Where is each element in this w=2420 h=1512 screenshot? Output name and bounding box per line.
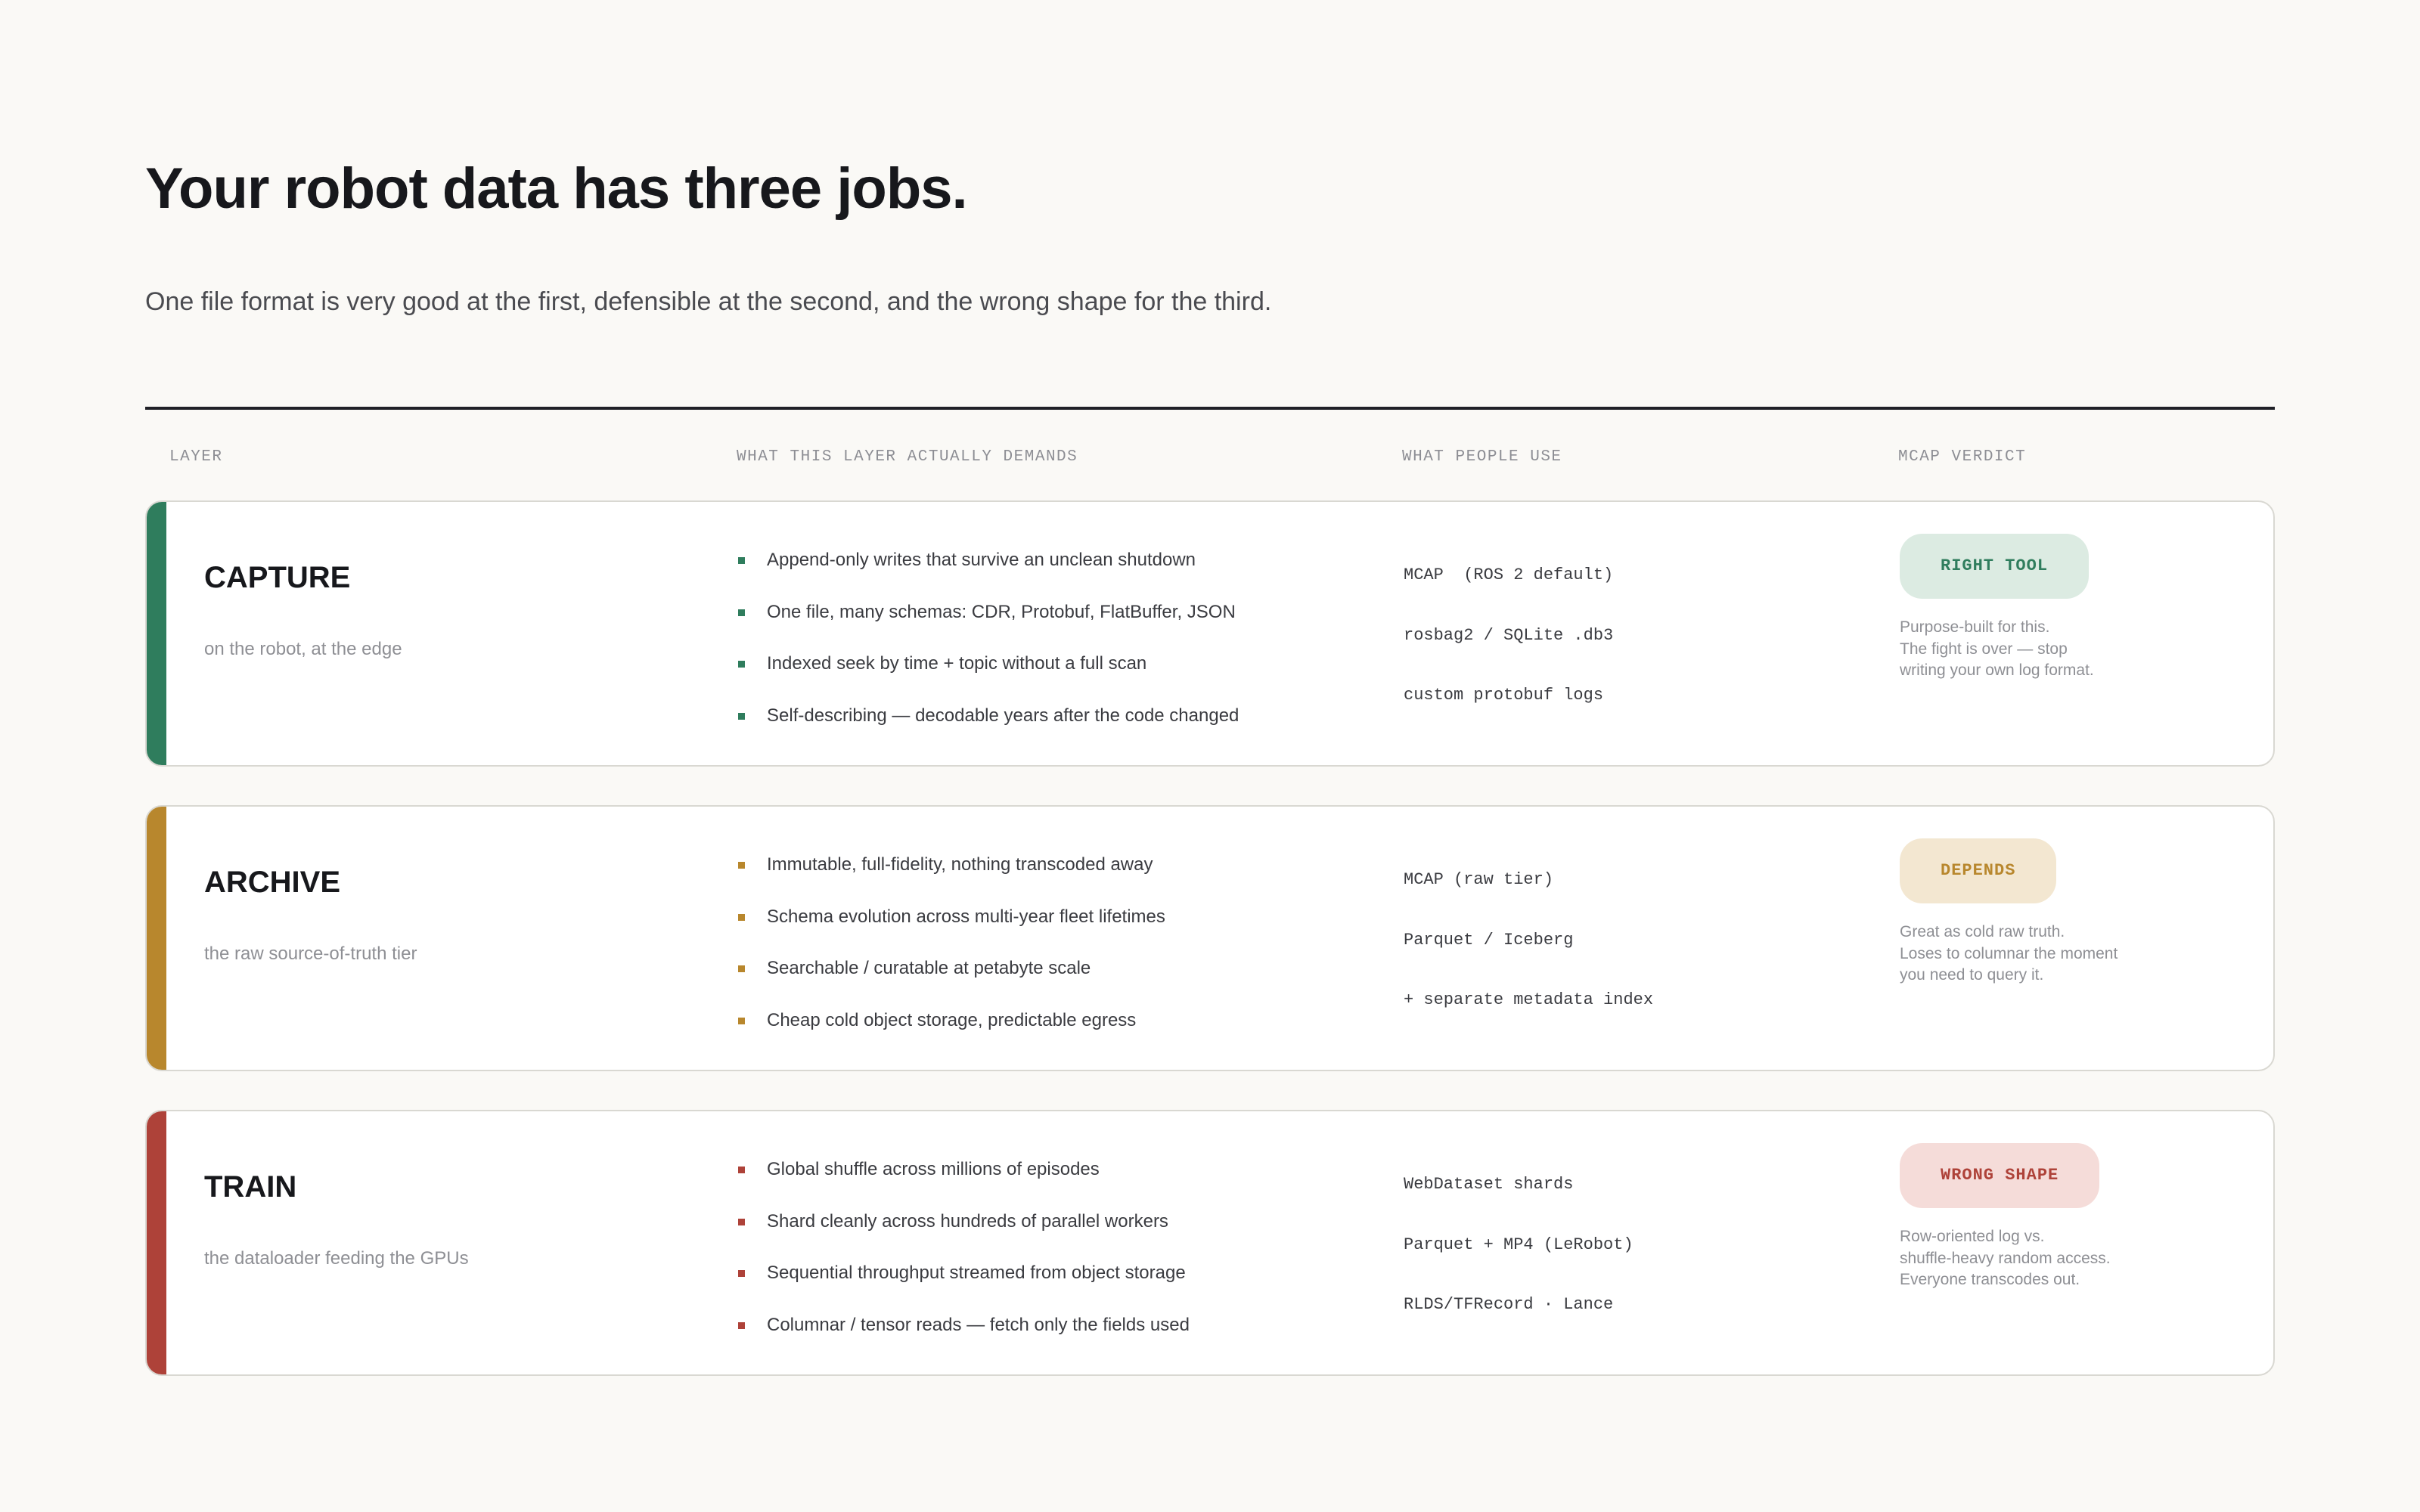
layer-card-archive: ARCHIVE the raw source-of-truth tier Imm… [145,805,2275,1071]
use-item: MCAP (ROS 2 default) [1404,565,1614,584]
demand-item: Indexed seek by time + topic without a f… [738,651,1239,703]
demand-item: Immutable, full-fidelity, nothing transc… [738,852,1165,904]
bullet-square-icon [738,1270,745,1277]
demand-item: Sequential throughput streamed from obje… [738,1260,1190,1312]
use-item: rosbag2 / SQLite .db3 [1404,625,1614,645]
demands-list: Immutable, full-fidelity, nothing transc… [738,852,1165,1059]
bullet-square-icon [738,609,745,616]
demand-text: Schema evolution across multi-year fleet… [767,906,1165,927]
page-title: Your robot data has three jobs. [145,156,968,221]
bullet-square-icon [738,661,745,668]
layer-description: on the robot, at the edge [204,639,402,659]
demand-text: Columnar / tensor reads — fetch only the… [767,1314,1190,1335]
demand-text: Immutable, full-fidelity, nothing transc… [767,854,1153,875]
demand-item: Global shuffle across millions of episod… [738,1157,1190,1209]
demands-list: Global shuffle across millions of episod… [738,1157,1190,1364]
layer-card-train: TRAIN the dataloader feeding the GPUs Gl… [145,1110,2275,1376]
use-item: WebDataset shards [1404,1175,1574,1194]
bullet-square-icon [738,862,745,869]
bullet-square-icon [738,1321,745,1329]
layer-description: the dataloader feeding the GPUs [204,1248,469,1269]
demand-text: One file, many schemas: CDR, Protobuf, F… [767,601,1236,622]
layer-name: TRAIN [204,1170,297,1204]
demand-item: Shard cleanly across hundreds of paralle… [738,1209,1190,1261]
layer-card-capture: CAPTURE on the robot, at the edge Append… [145,500,2275,767]
demand-text: Shard cleanly across hundreds of paralle… [767,1210,1168,1232]
verdict-note-line: you need to query it. [1900,966,2044,984]
use-item: Parquet / Iceberg [1404,930,1574,950]
verdict-note-line: Great as cold raw truth. [1900,923,2065,940]
bullet-square-icon [738,1017,745,1024]
verdict-note-line: Loses to columnar the moment [1900,944,2118,962]
demands-list: Append-only writes that survive an uncle… [738,547,1239,754]
demand-item: Schema evolution across multi-year fleet… [738,904,1165,956]
bullet-square-icon [738,1167,745,1173]
demand-text: Sequential throughput streamed from obje… [767,1263,1186,1283]
layer-name: CAPTURE [204,561,351,594]
use-item: MCAP (raw tier) [1404,870,1554,889]
uses-list: WebDataset shards Parquet + MP4 (LeRobot… [1404,1172,1634,1352]
verdict-note-line: shuffle-heavy random access. [1900,1249,2111,1267]
bullet-square-icon [738,913,745,921]
demand-item: Searchable / curatable at petabyte scale [738,956,1165,1008]
demand-item: Self-describing — decodable years after … [738,703,1239,755]
verdict-badge: DEPENDS [1900,838,2057,903]
column-header-verdict: MCAP VERDICT [1898,448,2027,466]
demand-item: Append-only writes that survive an uncle… [738,547,1239,600]
verdict-note-line: Row-oriented log vs. [1900,1228,2045,1245]
uses-list: MCAP (ROS 2 default) rosbag2 / SQLite .d… [1404,562,1613,743]
layer-name: ARCHIVE [204,866,341,899]
verdict-note-line: Everyone transcodes out. [1900,1271,2080,1288]
verdict-note-line: Purpose-built for this. [1900,618,2050,636]
demand-text: Searchable / curatable at petabyte scale [767,958,1091,978]
verdict-note: Row-oriented log vs. shuffle-heavy rando… [1900,1226,2232,1291]
demand-item: Columnar / tensor reads — fetch only the… [738,1312,1190,1365]
accent-bar [147,1111,166,1374]
verdict-note: Purpose-built for this. The fight is ove… [1900,617,2232,682]
bullet-square-icon [738,712,745,720]
verdict-badge: WRONG SHAPE [1900,1143,2100,1208]
use-item: + separate metadata index [1404,990,1654,1009]
bullet-square-icon [738,557,745,564]
bullet-square-icon [738,1218,745,1225]
demand-text: Self-describing — decodable years after … [767,705,1239,726]
demand-text: Indexed seek by time + topic without a f… [767,653,1147,674]
verdict-note-line: The fight is over — stop [1900,640,2068,658]
column-header-demands: WHAT THIS LAYER ACTUALLY DEMANDS [737,448,1078,466]
accent-bar [147,807,166,1070]
demand-text: Global shuffle across millions of episod… [767,1159,1100,1179]
use-item: RLDS/TFRecord · Lance [1404,1295,1614,1314]
use-item: custom protobuf logs [1404,686,1604,705]
layer-description: the raw source-of-truth tier [204,943,417,964]
column-header-uses: WHAT PEOPLE USE [1402,448,1562,466]
uses-list: MCAP (raw tier) Parquet / Iceberg + sepa… [1404,867,1653,1048]
demand-text: Append-only writes that survive an uncle… [767,550,1196,570]
accent-bar [147,502,166,765]
column-header-layer: LAYER [169,448,223,466]
header-divider [145,407,2275,410]
verdict-note-line: writing your own log format. [1900,662,2094,679]
page-subtitle: One file format is very good at the firs… [145,287,1272,316]
demand-item: One file, many schemas: CDR, Protobuf, F… [738,600,1239,652]
demand-item: Cheap cold object storage, predictable e… [738,1008,1165,1060]
verdict-badge: RIGHT TOOL [1900,534,2090,599]
use-item: Parquet + MP4 (LeRobot) [1404,1235,1634,1254]
demand-text: Cheap cold object storage, predictable e… [767,1009,1137,1030]
bullet-square-icon [738,965,745,972]
verdict-note: Great as cold raw truth. Loses to column… [1900,922,2232,987]
